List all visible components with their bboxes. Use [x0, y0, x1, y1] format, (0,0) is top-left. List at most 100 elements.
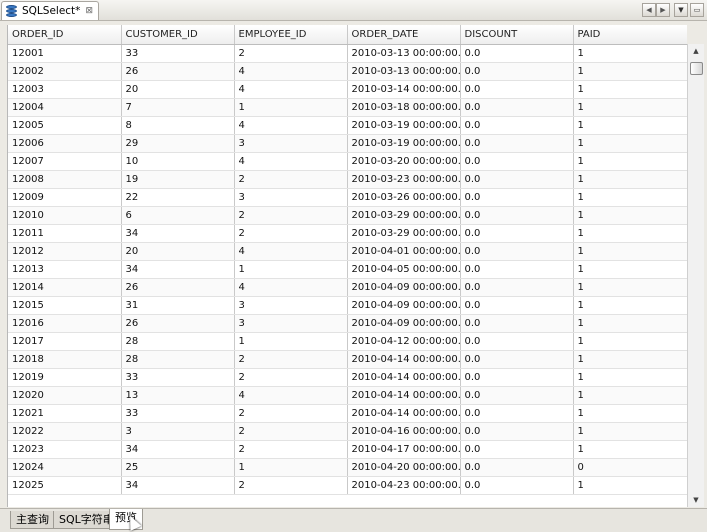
scroll-down-arrow-icon[interactable]: ▼ — [688, 493, 704, 507]
table-row[interactable]: 12014 26 4 2010-04-09 00:00:00.0 0.0 1 — [8, 278, 687, 297]
table-cell-employee-id[interactable]: 3 — [234, 314, 348, 333]
table-cell-paid[interactable]: 1 — [573, 206, 687, 225]
table-cell-paid[interactable]: 1 — [573, 80, 687, 99]
table-cell-customer-id[interactable]: 26 — [121, 62, 235, 81]
table-cell-order-date[interactable]: 2010-04-17 00:00:00.0 — [347, 440, 461, 459]
table-row[interactable]: 12025 34 2 2010-04-23 00:00:00.0 0.0 1 — [8, 476, 687, 495]
table-cell-paid[interactable]: 1 — [573, 242, 687, 261]
table-cell-discount[interactable]: 0.0 — [460, 116, 574, 135]
table-cell-customer-id[interactable]: 6 — [121, 206, 235, 225]
table-cell-employee-id[interactable]: 3 — [234, 296, 348, 315]
table-cell-order-id[interactable]: 12015 — [8, 296, 122, 315]
table-cell-discount[interactable]: 0.0 — [460, 242, 574, 261]
table-cell-paid[interactable]: 1 — [573, 44, 687, 63]
table-cell-paid[interactable]: 1 — [573, 260, 687, 279]
table-cell-discount[interactable]: 0.0 — [460, 80, 574, 99]
table-cell-paid[interactable]: 1 — [573, 152, 687, 171]
table-cell-employee-id[interactable]: 2 — [234, 44, 348, 63]
table-cell-employee-id[interactable]: 1 — [234, 260, 348, 279]
table-cell-paid[interactable]: 1 — [573, 368, 687, 387]
table-cell-discount[interactable]: 0.0 — [460, 404, 574, 423]
editor-tab-sqlselect[interactable]: SQLSelect* ⊠ — [1, 1, 99, 20]
table-cell-order-id[interactable]: 12011 — [8, 224, 122, 243]
table-row[interactable]: 12009 22 3 2010-03-26 00:00:00.0 0.0 1 — [8, 188, 687, 207]
table-cell-order-date[interactable]: 2010-04-09 00:00:00.0 — [347, 314, 461, 333]
table-cell-paid[interactable]: 1 — [573, 404, 687, 423]
table-cell-customer-id[interactable]: 20 — [121, 80, 235, 99]
table-cell-order-date[interactable]: 2010-04-09 00:00:00.0 — [347, 278, 461, 297]
table-cell-paid[interactable]: 1 — [573, 314, 687, 333]
table-cell-discount[interactable]: 0.0 — [460, 278, 574, 297]
table-cell-paid[interactable]: 1 — [573, 278, 687, 297]
table-cell-order-date[interactable]: 2010-03-29 00:00:00.0 — [347, 206, 461, 225]
table-cell-order-date[interactable]: 2010-03-19 00:00:00.0 — [347, 134, 461, 153]
table-cell-order-id[interactable]: 12010 — [8, 206, 122, 225]
table-cell-employee-id[interactable]: 2 — [234, 350, 348, 369]
table-cell-customer-id[interactable]: 26 — [121, 314, 235, 333]
table-row[interactable]: 12005 8 4 2010-03-19 00:00:00.0 0.0 1 — [8, 116, 687, 135]
table-cell-order-date[interactable]: 2010-03-29 00:00:00.0 — [347, 224, 461, 243]
table-cell-order-date[interactable]: 2010-03-23 00:00:00.0 — [347, 170, 461, 189]
table-cell-employee-id[interactable]: 2 — [234, 440, 348, 459]
table-cell-employee-id[interactable]: 4 — [234, 242, 348, 261]
table-cell-customer-id[interactable]: 29 — [121, 134, 235, 153]
table-cell-order-id[interactable]: 12014 — [8, 278, 122, 297]
table-cell-customer-id[interactable]: 22 — [121, 188, 235, 207]
column-header-discount[interactable]: DISCOUNT — [460, 25, 574, 45]
table-cell-paid[interactable]: 1 — [573, 476, 687, 495]
table-cell-employee-id[interactable]: 3 — [234, 134, 348, 153]
table-cell-order-id[interactable]: 12008 — [8, 170, 122, 189]
table-cell-order-date[interactable]: 2010-03-26 00:00:00.0 — [347, 188, 461, 207]
table-row[interactable]: 12013 34 1 2010-04-05 00:00:00.0 0.0 1 — [8, 260, 687, 279]
table-cell-order-date[interactable]: 2010-03-18 00:00:00.0 — [347, 98, 461, 117]
tab-main-query[interactable]: 主查询 — [10, 511, 55, 529]
table-cell-customer-id[interactable]: 34 — [121, 224, 235, 243]
table-cell-order-id[interactable]: 12019 — [8, 368, 122, 387]
table-cell-employee-id[interactable]: 2 — [234, 224, 348, 243]
table-cell-order-id[interactable]: 12016 — [8, 314, 122, 333]
table-cell-customer-id[interactable]: 28 — [121, 350, 235, 369]
table-row[interactable]: 12003 20 4 2010-03-14 00:00:00.0 0.0 1 — [8, 80, 687, 99]
table-row[interactable]: 12015 31 3 2010-04-09 00:00:00.0 0.0 1 — [8, 296, 687, 315]
column-header-customer-id[interactable]: CUSTOMER_ID — [121, 25, 235, 45]
table-cell-order-id[interactable]: 12013 — [8, 260, 122, 279]
table-row[interactable]: 12019 33 2 2010-04-14 00:00:00.0 0.0 1 — [8, 368, 687, 387]
table-cell-paid[interactable]: 1 — [573, 170, 687, 189]
table-cell-employee-id[interactable]: 1 — [234, 98, 348, 117]
table-row[interactable]: 12017 28 1 2010-04-12 00:00:00.0 0.0 1 — [8, 332, 687, 351]
table-cell-paid[interactable]: 1 — [573, 188, 687, 207]
table-cell-employee-id[interactable]: 4 — [234, 278, 348, 297]
table-cell-paid[interactable]: 1 — [573, 386, 687, 405]
table-cell-paid[interactable]: 1 — [573, 224, 687, 243]
column-header-employee-id[interactable]: EMPLOYEE_ID — [234, 25, 348, 45]
table-row[interactable]: 12023 34 2 2010-04-17 00:00:00.0 0.0 1 — [8, 440, 687, 459]
table-cell-order-date[interactable]: 2010-03-13 00:00:00.0 — [347, 62, 461, 81]
table-cell-employee-id[interactable]: 2 — [234, 368, 348, 387]
table-cell-paid[interactable]: 1 — [573, 116, 687, 135]
column-header-order-id[interactable]: ORDER_ID — [8, 25, 122, 45]
table-cell-order-date[interactable]: 2010-03-19 00:00:00.0 — [347, 116, 461, 135]
table-cell-employee-id[interactable]: 4 — [234, 62, 348, 81]
table-cell-order-id[interactable]: 12025 — [8, 476, 122, 495]
table-cell-discount[interactable]: 0.0 — [460, 98, 574, 117]
table-cell-employee-id[interactable]: 2 — [234, 422, 348, 441]
table-cell-order-id[interactable]: 12018 — [8, 350, 122, 369]
table-cell-order-date[interactable]: 2010-04-16 00:00:00.0 — [347, 422, 461, 441]
table-row[interactable]: 12001 33 2 2010-03-13 00:00:00.0 0.0 1 — [8, 44, 687, 63]
table-cell-discount[interactable]: 0.0 — [460, 296, 574, 315]
table-cell-order-date[interactable]: 2010-04-23 00:00:00.0 — [347, 476, 461, 495]
table-cell-order-id[interactable]: 12022 — [8, 422, 122, 441]
table-cell-order-date[interactable]: 2010-03-20 00:00:00.0 — [347, 152, 461, 171]
table-cell-employee-id[interactable]: 2 — [234, 476, 348, 495]
table-cell-customer-id[interactable]: 33 — [121, 368, 235, 387]
table-row[interactable]: 12016 26 3 2010-04-09 00:00:00.0 0.0 1 — [8, 314, 687, 333]
table-cell-discount[interactable]: 0.0 — [460, 440, 574, 459]
vertical-scrollbar[interactable]: ▲ ▼ — [687, 44, 704, 507]
table-row[interactable]: 12004 7 1 2010-03-18 00:00:00.0 0.0 1 — [8, 98, 687, 117]
table-cell-paid[interactable]: 1 — [573, 350, 687, 369]
table-cell-order-id[interactable]: 12003 — [8, 80, 122, 99]
table-cell-employee-id[interactable]: 4 — [234, 386, 348, 405]
table-cell-order-id[interactable]: 12005 — [8, 116, 122, 135]
table-cell-order-date[interactable]: 2010-04-14 00:00:00.0 — [347, 404, 461, 423]
table-cell-paid[interactable]: 1 — [573, 98, 687, 117]
